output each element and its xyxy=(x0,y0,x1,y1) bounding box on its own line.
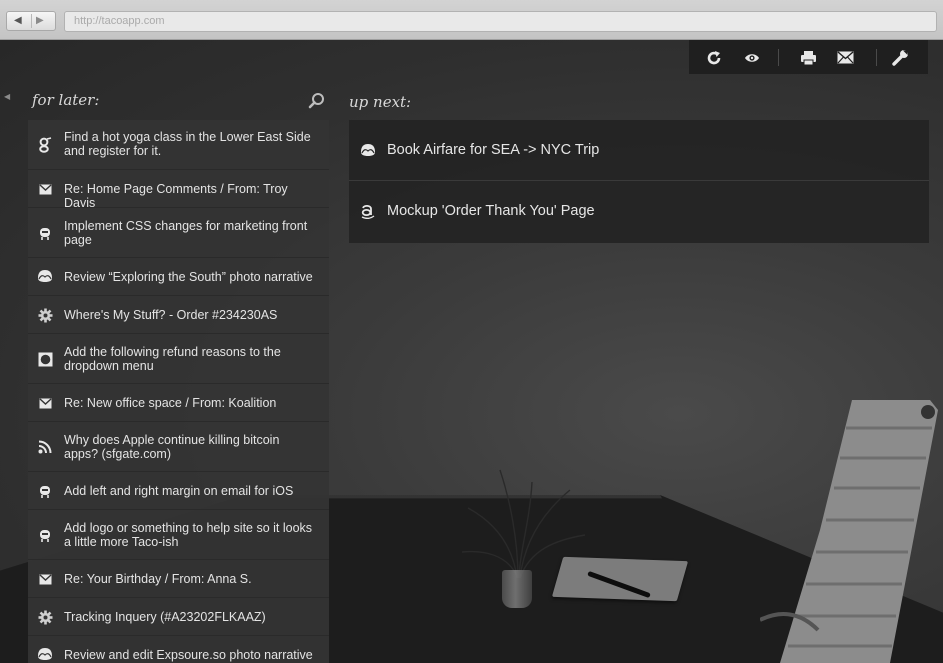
list-item-text: Add the following refund reasons to the … xyxy=(64,345,281,373)
search-icon[interactable] xyxy=(308,92,325,109)
collapse-sidebar-icon[interactable]: ◀ xyxy=(4,92,10,101)
list-item[interactable]: Re: Home Page Comments / From: Troy Davi… xyxy=(28,170,329,210)
for-later-list: Find a hot yoga class in the Lower East … xyxy=(28,120,329,663)
list-item[interactable]: Where's My Stuff? - Order #234230AS xyxy=(28,296,329,334)
mail-icon xyxy=(37,571,53,587)
for-later-title: for later: xyxy=(32,91,100,109)
browser-chrome: ◀ ▶ http://tacoapp.com xyxy=(0,0,943,40)
background-plant xyxy=(461,469,586,579)
list-item[interactable]: Review and edit Expsoure.so photo narrat… xyxy=(28,636,329,663)
toolbar xyxy=(689,40,928,74)
list-item-text: Find a hot yoga class in the Lower East … xyxy=(64,130,311,158)
basecamp-icon xyxy=(360,142,376,158)
eye-icon[interactable] xyxy=(743,49,760,66)
rss-icon xyxy=(37,439,53,455)
refresh-icon[interactable] xyxy=(705,49,722,66)
google-icon xyxy=(37,137,53,153)
list-item[interactable]: Re: New office space / From: Koalition xyxy=(28,384,329,422)
list-item-text: Re: Your Birthday / From: Anna S. xyxy=(64,572,252,586)
list-item-text: Review and edit Expsoure.so photo narrat… xyxy=(64,648,313,662)
list-item-text: Mockup 'Order Thank You' Page xyxy=(387,203,595,219)
print-icon[interactable] xyxy=(800,49,817,66)
list-item-text: Re: New office space / From: Koalition xyxy=(64,396,277,410)
list-item[interactable]: Tracking Inquery (#A23202FLKAAZ) xyxy=(28,598,329,636)
list-item-text: Why does Apple continue killing bitcoin … xyxy=(64,433,280,461)
list-item[interactable]: Find a hot yoga class in the Lower East … xyxy=(28,120,329,170)
basecamp-icon xyxy=(37,268,53,284)
nav-buttons: ◀ ▶ xyxy=(6,11,56,31)
mail-icon xyxy=(37,181,53,197)
list-item[interactable]: Why does Apple continue killing bitcoin … xyxy=(28,422,329,472)
list-item[interactable]: Implement CSS changes for marketing fron… xyxy=(28,208,329,258)
gear-icon xyxy=(37,609,53,625)
github-icon xyxy=(37,527,53,543)
back-arrow-icon[interactable]: ◀ xyxy=(14,15,22,27)
list-item-text: Add left and right margin on email for i… xyxy=(64,484,294,498)
background-vase xyxy=(502,570,532,608)
list-item[interactable]: Add left and right margin on email for i… xyxy=(28,472,329,510)
list-item[interactable]: Mockup 'Order Thank You' Page xyxy=(349,181,929,242)
app-area: ◀ for later: up next: Find a hot yoga cl… xyxy=(0,40,943,663)
mail-icon xyxy=(37,395,53,411)
amazon-icon xyxy=(360,203,376,219)
list-item-text: Tracking Inquery (#A23202FLKAAZ) xyxy=(64,610,266,624)
square-circle-icon xyxy=(37,351,53,367)
gear-icon xyxy=(37,307,53,323)
mail-icon[interactable] xyxy=(837,49,854,66)
toolbar-divider xyxy=(778,49,779,66)
wrench-icon[interactable] xyxy=(892,49,909,66)
toolbar-divider xyxy=(876,49,877,66)
list-item-text: Review “Exploring the South” photo narra… xyxy=(64,270,313,284)
list-item[interactable]: Re: Your Birthday / From: Anna S. xyxy=(28,560,329,598)
nav-divider xyxy=(31,14,32,28)
background-chair xyxy=(760,400,938,663)
list-item-text: Add logo or something to help site so it… xyxy=(64,521,313,549)
address-bar[interactable]: http://tacoapp.com xyxy=(64,11,937,32)
basecamp-icon xyxy=(37,646,53,662)
list-item[interactable]: Book Airfare for SEA -> NYC Trip xyxy=(349,120,929,181)
up-next-list: Book Airfare for SEA -> NYC Trip Mockup … xyxy=(349,120,929,243)
github-icon xyxy=(37,225,53,241)
github-icon xyxy=(37,483,53,499)
list-item-text: Implement CSS changes for marketing fron… xyxy=(64,219,308,247)
list-item[interactable]: Add logo or something to help site so it… xyxy=(28,510,329,560)
list-item-text: Where's My Stuff? - Order #234230AS xyxy=(64,308,278,322)
up-next-title: up next: xyxy=(349,93,412,111)
forward-arrow-icon[interactable]: ▶ xyxy=(36,15,44,27)
list-item[interactable]: Review “Exploring the South” photo narra… xyxy=(28,258,329,296)
list-item-text: Re: Home Page Comments / From: Troy Davi… xyxy=(64,182,288,210)
list-item-text: Book Airfare for SEA -> NYC Trip xyxy=(387,142,600,158)
list-item[interactable]: Add the following refund reasons to the … xyxy=(28,334,329,384)
